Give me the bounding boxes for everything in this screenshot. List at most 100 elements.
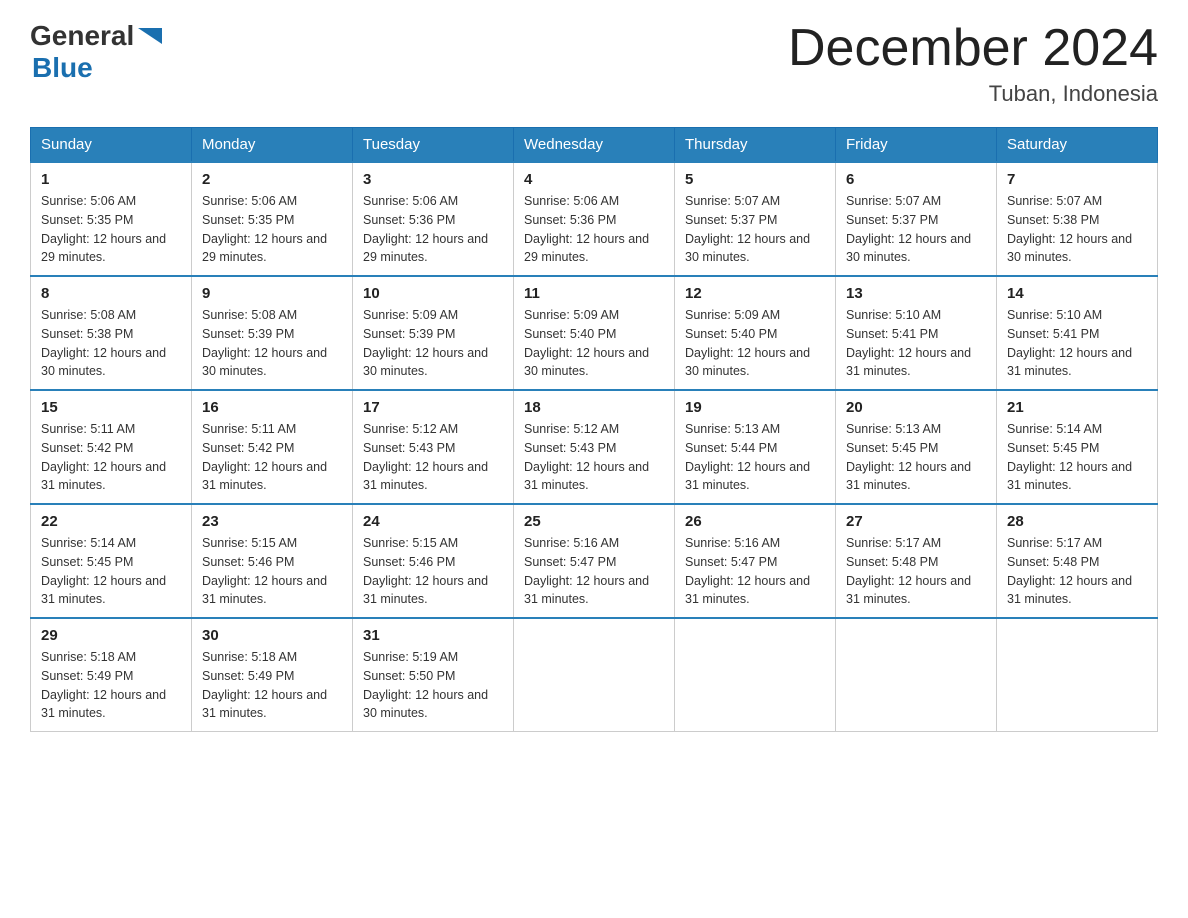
day-number: 23 (202, 513, 342, 530)
calendar-table: SundayMondayTuesdayWednesdayThursdayFrid… (30, 127, 1158, 732)
day-info: Sunrise: 5:17 AM Sunset: 5:48 PM Dayligh… (1007, 534, 1147, 609)
calendar-day-cell (514, 618, 675, 732)
calendar-day-cell: 6 Sunrise: 5:07 AM Sunset: 5:37 PM Dayli… (836, 162, 997, 276)
sunrise-label: Sunrise: 5:09 AM (685, 308, 780, 322)
sunrise-label: Sunrise: 5:07 AM (685, 194, 780, 208)
day-info: Sunrise: 5:10 AM Sunset: 5:41 PM Dayligh… (1007, 306, 1147, 381)
sunset-label: Sunset: 5:41 PM (1007, 327, 1099, 341)
daylight-label: Daylight: 12 hours and 31 minutes. (1007, 574, 1132, 607)
day-number: 28 (1007, 513, 1147, 530)
calendar-day-cell: 10 Sunrise: 5:09 AM Sunset: 5:39 PM Dayl… (353, 276, 514, 390)
day-info: Sunrise: 5:07 AM Sunset: 5:38 PM Dayligh… (1007, 192, 1147, 267)
sunrise-label: Sunrise: 5:16 AM (524, 536, 619, 550)
day-info: Sunrise: 5:11 AM Sunset: 5:42 PM Dayligh… (41, 420, 181, 495)
daylight-label: Daylight: 12 hours and 31 minutes. (685, 574, 810, 607)
sunset-label: Sunset: 5:36 PM (363, 213, 455, 227)
calendar-week-row: 29 Sunrise: 5:18 AM Sunset: 5:49 PM Dayl… (31, 618, 1158, 732)
day-number: 25 (524, 513, 664, 530)
calendar-day-cell: 30 Sunrise: 5:18 AM Sunset: 5:49 PM Dayl… (192, 618, 353, 732)
sunset-label: Sunset: 5:42 PM (41, 441, 133, 455)
daylight-label: Daylight: 12 hours and 31 minutes. (846, 346, 971, 379)
day-info: Sunrise: 5:09 AM Sunset: 5:39 PM Dayligh… (363, 306, 503, 381)
sunrise-label: Sunrise: 5:18 AM (41, 650, 136, 664)
sunrise-label: Sunrise: 5:11 AM (41, 422, 135, 436)
calendar-day-cell: 19 Sunrise: 5:13 AM Sunset: 5:44 PM Dayl… (675, 390, 836, 504)
title-section: December 2024 Tuban, Indonesia (788, 20, 1158, 107)
day-info: Sunrise: 5:13 AM Sunset: 5:45 PM Dayligh… (846, 420, 986, 495)
day-number: 19 (685, 399, 825, 416)
daylight-label: Daylight: 12 hours and 31 minutes. (363, 574, 488, 607)
day-number: 2 (202, 171, 342, 188)
day-info: Sunrise: 5:09 AM Sunset: 5:40 PM Dayligh… (524, 306, 664, 381)
daylight-label: Daylight: 12 hours and 30 minutes. (1007, 232, 1132, 265)
day-number: 12 (685, 285, 825, 302)
calendar-day-cell: 28 Sunrise: 5:17 AM Sunset: 5:48 PM Dayl… (997, 504, 1158, 618)
daylight-label: Daylight: 12 hours and 31 minutes. (1007, 346, 1132, 379)
calendar-day-cell: 4 Sunrise: 5:06 AM Sunset: 5:36 PM Dayli… (514, 162, 675, 276)
calendar-week-row: 15 Sunrise: 5:11 AM Sunset: 5:42 PM Dayl… (31, 390, 1158, 504)
logo: General Blue (30, 20, 166, 84)
daylight-label: Daylight: 12 hours and 30 minutes. (524, 346, 649, 379)
day-number: 5 (685, 171, 825, 188)
sunrise-label: Sunrise: 5:17 AM (846, 536, 941, 550)
calendar-day-cell: 3 Sunrise: 5:06 AM Sunset: 5:36 PM Dayli… (353, 162, 514, 276)
sunset-label: Sunset: 5:48 PM (846, 555, 938, 569)
day-number: 6 (846, 171, 986, 188)
sunrise-label: Sunrise: 5:15 AM (202, 536, 297, 550)
day-info: Sunrise: 5:16 AM Sunset: 5:47 PM Dayligh… (524, 534, 664, 609)
sunset-label: Sunset: 5:45 PM (846, 441, 938, 455)
calendar-day-cell (836, 618, 997, 732)
day-number: 24 (363, 513, 503, 530)
sunset-label: Sunset: 5:49 PM (41, 669, 133, 683)
sunset-label: Sunset: 5:45 PM (1007, 441, 1099, 455)
day-number: 31 (363, 627, 503, 644)
sunrise-label: Sunrise: 5:17 AM (1007, 536, 1102, 550)
day-info: Sunrise: 5:07 AM Sunset: 5:37 PM Dayligh… (685, 192, 825, 267)
daylight-label: Daylight: 12 hours and 30 minutes. (363, 688, 488, 721)
sunrise-label: Sunrise: 5:07 AM (846, 194, 941, 208)
sunrise-label: Sunrise: 5:12 AM (363, 422, 458, 436)
calendar-header-friday: Friday (836, 128, 997, 163)
daylight-label: Daylight: 12 hours and 29 minutes. (202, 232, 327, 265)
day-info: Sunrise: 5:06 AM Sunset: 5:35 PM Dayligh… (202, 192, 342, 267)
day-number: 1 (41, 171, 181, 188)
calendar-day-cell: 11 Sunrise: 5:09 AM Sunset: 5:40 PM Dayl… (514, 276, 675, 390)
logo-arrow-icon (134, 20, 166, 52)
sunset-label: Sunset: 5:46 PM (363, 555, 455, 569)
day-number: 7 (1007, 171, 1147, 188)
calendar-day-cell: 27 Sunrise: 5:17 AM Sunset: 5:48 PM Dayl… (836, 504, 997, 618)
calendar-header-saturday: Saturday (997, 128, 1158, 163)
calendar-day-cell: 24 Sunrise: 5:15 AM Sunset: 5:46 PM Dayl… (353, 504, 514, 618)
calendar-header-sunday: Sunday (31, 128, 192, 163)
daylight-label: Daylight: 12 hours and 31 minutes. (524, 460, 649, 493)
calendar-day-cell: 23 Sunrise: 5:15 AM Sunset: 5:46 PM Dayl… (192, 504, 353, 618)
daylight-label: Daylight: 12 hours and 31 minutes. (846, 460, 971, 493)
sunrise-label: Sunrise: 5:06 AM (41, 194, 136, 208)
sunset-label: Sunset: 5:35 PM (202, 213, 294, 227)
sunset-label: Sunset: 5:38 PM (41, 327, 133, 341)
calendar-day-cell: 9 Sunrise: 5:08 AM Sunset: 5:39 PM Dayli… (192, 276, 353, 390)
calendar-day-cell: 17 Sunrise: 5:12 AM Sunset: 5:43 PM Dayl… (353, 390, 514, 504)
sunrise-label: Sunrise: 5:19 AM (363, 650, 458, 664)
day-info: Sunrise: 5:08 AM Sunset: 5:38 PM Dayligh… (41, 306, 181, 381)
calendar-day-cell: 21 Sunrise: 5:14 AM Sunset: 5:45 PM Dayl… (997, 390, 1158, 504)
sunrise-label: Sunrise: 5:12 AM (524, 422, 619, 436)
day-info: Sunrise: 5:17 AM Sunset: 5:48 PM Dayligh… (846, 534, 986, 609)
calendar-day-cell (997, 618, 1158, 732)
day-number: 27 (846, 513, 986, 530)
sunrise-label: Sunrise: 5:14 AM (41, 536, 136, 550)
sunrise-label: Sunrise: 5:14 AM (1007, 422, 1102, 436)
calendar-day-cell: 16 Sunrise: 5:11 AM Sunset: 5:42 PM Dayl… (192, 390, 353, 504)
day-number: 29 (41, 627, 181, 644)
calendar-header-wednesday: Wednesday (514, 128, 675, 163)
calendar-day-cell: 20 Sunrise: 5:13 AM Sunset: 5:45 PM Dayl… (836, 390, 997, 504)
day-info: Sunrise: 5:12 AM Sunset: 5:43 PM Dayligh… (524, 420, 664, 495)
calendar-day-cell (675, 618, 836, 732)
daylight-label: Daylight: 12 hours and 31 minutes. (202, 460, 327, 493)
daylight-label: Daylight: 12 hours and 29 minutes. (41, 232, 166, 265)
daylight-label: Daylight: 12 hours and 31 minutes. (41, 688, 166, 721)
day-number: 16 (202, 399, 342, 416)
daylight-label: Daylight: 12 hours and 31 minutes. (685, 460, 810, 493)
sunset-label: Sunset: 5:37 PM (846, 213, 938, 227)
day-info: Sunrise: 5:13 AM Sunset: 5:44 PM Dayligh… (685, 420, 825, 495)
